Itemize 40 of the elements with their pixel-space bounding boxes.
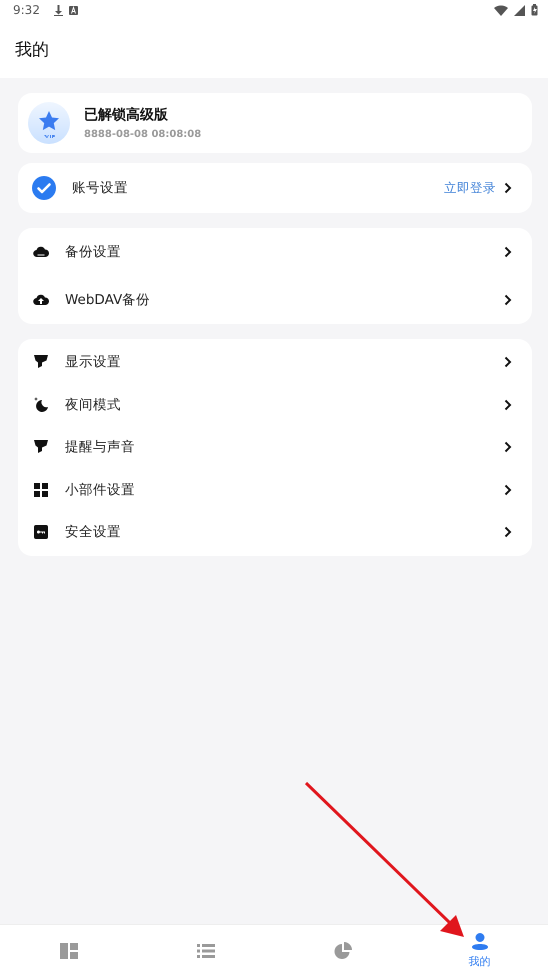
row-label[interactable]: 夜间模式 <box>65 396 121 414</box>
chevron-right-icon <box>504 356 512 368</box>
moon-icon <box>33 396 49 413</box>
row-label[interactable]: WebDAV备份 <box>65 291 150 309</box>
row-label[interactable]: 安全设置 <box>65 523 121 542</box>
chevron-right-icon <box>504 484 512 496</box>
row-label: 账号设置 <box>72 179 128 197</box>
nav-label: 我的 <box>468 954 490 969</box>
vip-status: 已解锁高级版 <box>84 106 169 124</box>
funnel-icon <box>33 439 49 456</box>
account-row[interactable]: 账号设置 立即登录 <box>18 163 532 213</box>
person-icon <box>470 932 490 952</box>
notification-icon <box>68 6 78 14</box>
chevron-right-icon <box>504 294 512 306</box>
login-link[interactable]: 立即登录 <box>444 180 496 196</box>
chevron-right-icon <box>504 441 512 454</box>
funnel-icon <box>33 354 49 370</box>
battery-icon <box>531 4 538 16</box>
check-circle-icon <box>32 176 56 200</box>
chevron-right-icon <box>504 526 512 538</box>
dashboard-icon <box>58 940 78 960</box>
row-label[interactable]: 小部件设置 <box>65 480 135 499</box>
row-label[interactable]: 备份设置 <box>65 243 121 261</box>
status-time: 9:32 <box>13 3 40 17</box>
chevron-right-icon <box>504 246 512 258</box>
wifi-icon <box>494 4 508 16</box>
chevron-right-icon <box>504 398 512 411</box>
pie-icon <box>332 940 352 960</box>
cloud-icon <box>33 244 49 260</box>
signal-icon <box>514 4 525 16</box>
page-title: 我的 <box>14 39 50 61</box>
row-label[interactable]: 提醒与声音 <box>65 438 135 456</box>
row-label[interactable]: 显示设置 <box>65 353 121 372</box>
chevron-right-icon <box>504 182 512 194</box>
vip-date: 8888-08-08 08:08:08 <box>84 129 202 140</box>
nav-tab[interactable]: 我的 <box>411 925 548 976</box>
key-icon <box>33 524 49 540</box>
upload-icon <box>33 292 49 308</box>
download-icon <box>54 4 63 16</box>
grid-icon <box>33 482 49 498</box>
